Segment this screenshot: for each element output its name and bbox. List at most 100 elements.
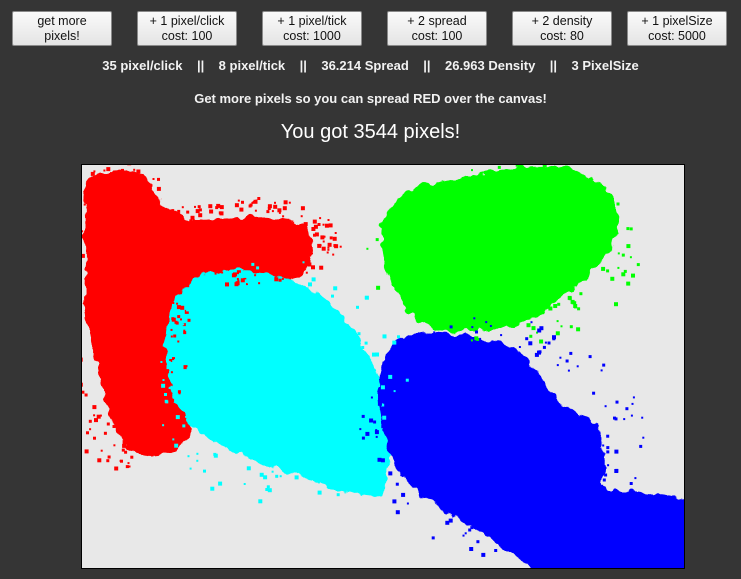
pixel-speck <box>147 425 151 429</box>
pixel-speck <box>154 413 158 417</box>
pixel-speck <box>163 223 165 226</box>
pixel-speck <box>574 305 577 309</box>
pixel-speck <box>186 274 190 279</box>
pixel-speck <box>196 452 199 455</box>
pixel-speck <box>170 295 173 298</box>
pixel-speck <box>327 248 330 251</box>
pixel-speck <box>631 274 634 277</box>
pixel-speck <box>217 268 220 271</box>
pixel-speck <box>392 281 395 284</box>
pixel-speck <box>426 212 429 215</box>
pixel-speck <box>476 337 480 341</box>
pixel-speck <box>606 434 610 438</box>
pixel-speck <box>196 300 199 303</box>
pixel-speck <box>357 433 362 438</box>
pixel-speck <box>602 478 606 482</box>
pixel-speck <box>236 278 239 280</box>
pixel-speck <box>239 207 244 212</box>
pixel-speck <box>259 472 264 477</box>
pixel-speck <box>213 453 218 458</box>
pixel-speck <box>153 406 156 409</box>
pixel-speck <box>545 521 550 525</box>
game-canvas[interactable] <box>81 164 685 569</box>
pixel-speck <box>530 321 533 324</box>
upgrade-pixel-per-tick-button[interactable]: + 1 pixel/tick cost: 1000 <box>262 11 362 46</box>
pixel-speck <box>173 334 177 338</box>
pixel-speck <box>585 529 588 532</box>
pixel-speck <box>556 364 559 367</box>
pixel-speck <box>409 354 413 358</box>
pixel-speck <box>323 235 326 238</box>
pixel-speck <box>100 212 105 217</box>
button-label-line1: + 2 density <box>531 14 593 28</box>
pixel-speck <box>170 328 173 331</box>
pixel-speck <box>485 321 488 324</box>
pixel-speck <box>376 285 381 290</box>
pixel-speck <box>369 381 374 386</box>
upgrade-pixel-size-button[interactable]: + 1 pixelSize cost: 5000 <box>627 11 727 46</box>
pixel-speck <box>576 365 579 368</box>
pixel-speck <box>125 465 129 469</box>
pixel-speck <box>481 552 486 557</box>
pixel-speck <box>571 174 575 178</box>
pixel-speck <box>532 170 535 173</box>
upgrade-density-button[interactable]: + 2 density cost: 80 <box>512 11 612 46</box>
button-cost-label: cost: 100 <box>411 29 463 43</box>
pixel-speck <box>470 177 474 181</box>
paint-canvas-svg[interactable] <box>82 165 684 568</box>
pixel-speck <box>322 240 325 243</box>
pixel-speck <box>167 361 171 364</box>
pixel-speck <box>174 359 177 361</box>
pixel-speck <box>588 197 591 200</box>
pixel-speck <box>301 291 306 296</box>
pixel-speck <box>179 224 182 228</box>
pixel-speck <box>249 203 253 207</box>
pixel-speck <box>332 236 337 241</box>
pixel-speck <box>180 263 184 267</box>
pixel-speck <box>606 446 610 450</box>
pixel-speck <box>127 462 130 465</box>
pixel-speck <box>96 217 100 221</box>
pixel-speck <box>198 329 203 333</box>
pixel-speck <box>364 460 368 464</box>
pixel-speck <box>288 201 291 204</box>
pixel-speck <box>163 260 167 264</box>
pixel-speck <box>106 459 110 463</box>
pixel-speck <box>191 411 194 414</box>
pixel-speck <box>610 276 615 281</box>
pixel-speck <box>370 396 373 399</box>
pixel-speck <box>177 340 180 343</box>
pixel-speck <box>169 395 172 398</box>
pixel-speck <box>470 348 475 353</box>
pixel-speck <box>170 274 175 279</box>
pixel-speck <box>404 234 409 239</box>
pixel-speck <box>239 272 242 276</box>
pixel-speck <box>281 277 284 280</box>
pixel-speck <box>381 424 386 429</box>
pixel-speck <box>163 255 167 259</box>
pixel-speck <box>185 415 187 418</box>
pixel-speck <box>82 357 83 362</box>
get-more-pixels-button[interactable]: get more pixels! <box>12 11 112 46</box>
pixel-speck <box>163 430 168 435</box>
pixel-speck <box>419 493 423 497</box>
pixel-speck <box>288 266 292 270</box>
upgrade-pixel-per-click-button[interactable]: + 1 pixel/click cost: 100 <box>137 11 237 46</box>
pixel-speck <box>133 445 138 449</box>
pixel-speck <box>606 224 609 227</box>
pixel-speck <box>105 179 110 184</box>
pixel-speck <box>356 305 359 309</box>
upgrade-spread-button[interactable]: + 2 spread cost: 100 <box>387 11 487 46</box>
pixel-speck <box>125 172 130 177</box>
pixel-speck <box>301 208 304 211</box>
pixel-speck <box>115 198 119 202</box>
pixel-speck <box>548 306 553 311</box>
pixel-speck <box>84 449 89 454</box>
pixel-speck <box>334 474 337 477</box>
pixel-speck <box>454 192 459 197</box>
pixel-speck <box>593 209 597 213</box>
pixel-speck <box>395 380 400 384</box>
pixel-speck <box>615 469 618 472</box>
pixel-speck <box>194 264 199 269</box>
pixel-speck <box>375 352 379 357</box>
